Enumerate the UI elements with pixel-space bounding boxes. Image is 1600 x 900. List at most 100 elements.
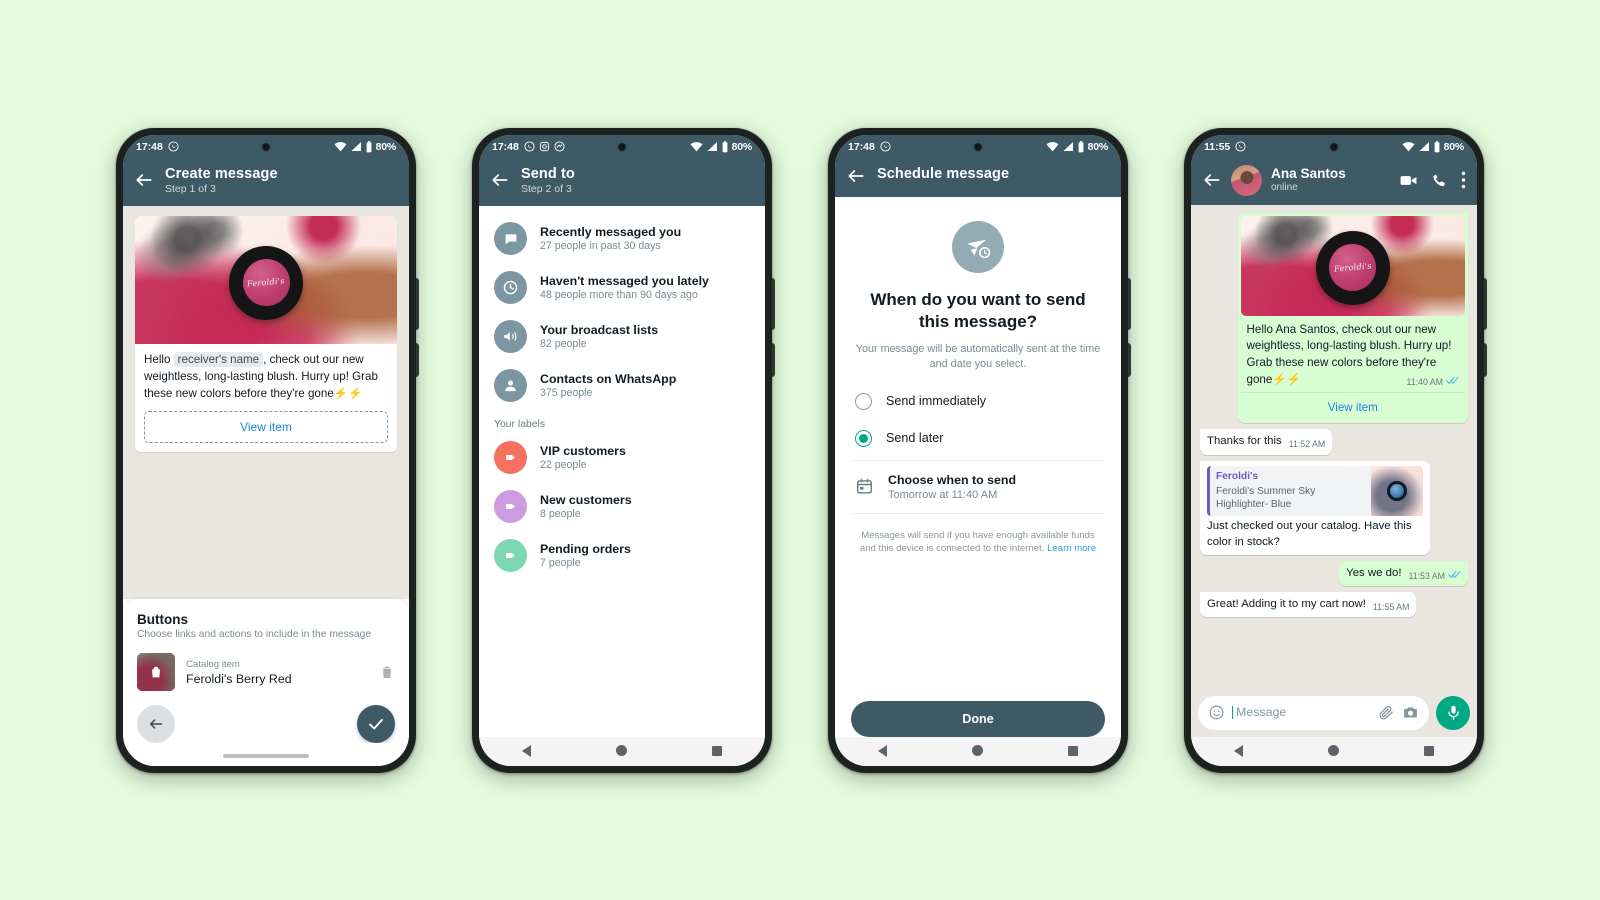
mic-button[interactable] — [1436, 695, 1470, 730]
nav-recents-icon[interactable] — [712, 745, 723, 756]
battery-percent: 80% — [1087, 140, 1109, 153]
list-item-title: Recently messaged you — [540, 225, 682, 240]
page-title: Schedule message — [877, 165, 1010, 182]
nav-back-icon[interactable] — [521, 744, 531, 757]
message-text: Hello Ana Santos, check out our new weig… — [1241, 316, 1465, 393]
list-item-recently-messaged[interactable]: Recently messaged you 27 people in past … — [479, 214, 765, 263]
cellular-signal-icon — [351, 142, 361, 151]
app-bar-send-to: Send to Step 2 of 3 — [479, 158, 765, 207]
list-item-subtitle: 82 people — [540, 338, 587, 351]
read-receipt-icon — [1448, 570, 1461, 578]
message-bubble-product-card[interactable]: Feroldi's Hello Ana Santos, check out ou… — [1237, 212, 1468, 424]
back-button[interactable] — [137, 705, 175, 743]
person-icon — [494, 369, 527, 403]
nav-recents-icon[interactable] — [1068, 745, 1079, 756]
nav-back-icon[interactable] — [1233, 744, 1243, 757]
page-title: Create message — [165, 165, 278, 182]
camera-punch-hole — [1329, 142, 1339, 151]
paperclip-icon[interactable] — [1378, 704, 1395, 721]
list-item-label-vip[interactable]: VIP customers 22 people — [479, 433, 765, 482]
status-time: 17:48 — [492, 140, 519, 153]
option-send-immediately[interactable]: Send immediately — [835, 383, 1121, 420]
quoted-thumbnail — [1371, 465, 1424, 516]
quoted-product-card[interactable]: Feroldi's Feroldi's Summer Sky Highlight… — [1207, 465, 1424, 516]
message-bubble-quoted[interactable]: Feroldi's Feroldi's Summer Sky Highlight… — [1200, 460, 1431, 555]
whatsapp-icon — [1235, 141, 1246, 152]
message-text-before: Hello — [144, 353, 171, 367]
battery-icon — [722, 140, 727, 152]
back-arrow-icon[interactable] — [1202, 170, 1222, 190]
buttons-sheet-title: Buttons — [137, 612, 188, 627]
battery-percent: 80% — [1443, 140, 1465, 153]
nav-back-icon[interactable] — [877, 744, 887, 757]
whatsapp-icon — [168, 141, 179, 152]
message-bubble-incoming[interactable]: Thanks for this 11:52 AM — [1200, 429, 1333, 455]
timestamp: 11:40 AM — [1406, 376, 1443, 387]
list-item-label-pending[interactable]: Pending orders 7 people — [479, 531, 765, 580]
voice-call-icon[interactable] — [1431, 172, 1448, 189]
list-item-subtitle: 7 people — [540, 557, 581, 570]
person-glyph — [505, 380, 516, 392]
choose-when-to-send-row[interactable]: Choose when to send Tomorrow at 11:40 AM — [835, 464, 1121, 510]
status-indicators: 80% — [690, 140, 753, 153]
status-bar: 17:48 80% — [479, 134, 765, 159]
message-bubble-outgoing[interactable]: Yes we do! 11:53 AM — [1339, 560, 1468, 586]
overflow-menu-icon[interactable] — [1461, 171, 1466, 189]
tag-glyph — [506, 504, 515, 510]
list-item-havent-messaged[interactable]: Haven't messaged you lately 48 people mo… — [479, 263, 765, 312]
nav-home-icon[interactable] — [971, 745, 983, 756]
product-brand-mark: Feroldi's — [246, 276, 286, 289]
video-call-icon[interactable] — [1399, 171, 1418, 190]
chat-bubble-glyph — [505, 234, 516, 245]
confirm-button[interactable] — [357, 705, 395, 743]
back-arrow-icon[interactable] — [490, 170, 510, 190]
option-send-later[interactable]: Send later — [835, 420, 1121, 457]
tag-glyph — [506, 455, 515, 461]
whatsapp-icon — [880, 141, 891, 152]
buttons-sheet-subtitle: Choose links and actions to include in t… — [137, 629, 372, 640]
back-arrow-icon[interactable] — [134, 170, 154, 190]
wifi-icon — [1046, 142, 1059, 152]
battery-percent: 80% — [731, 140, 753, 153]
view-item-button-placeholder[interactable]: View item — [144, 411, 388, 444]
catalog-item-row[interactable]: Catalog item Feroldi's Berry Red — [137, 653, 395, 691]
message-meta: 11:52 AM — [1289, 438, 1326, 450]
status-notification-icons — [168, 141, 179, 152]
megaphone-icon — [494, 320, 527, 354]
list-item-broadcast-lists[interactable]: Your broadcast lists 82 people — [479, 312, 765, 361]
trash-icon[interactable] — [379, 664, 395, 680]
camera-icon[interactable] — [1402, 704, 1419, 721]
cellular-signal-icon — [1419, 142, 1429, 151]
avatar[interactable] — [1231, 164, 1262, 196]
product-image: Feroldi's — [135, 216, 397, 345]
camera-punch-hole — [973, 142, 983, 151]
done-button[interactable]: Done — [851, 700, 1105, 737]
phone-chat: 11:55 80% Ana Santos online Feroldi's He… — [1184, 127, 1487, 773]
page-title: Send to — [521, 165, 575, 182]
list-item-title: VIP customers — [540, 444, 626, 459]
message-body: Just checked out your catalog. Have this… — [1207, 519, 1412, 548]
nav-recents-icon[interactable] — [1424, 745, 1435, 756]
list-item-title: Contacts on WhatsApp — [540, 372, 677, 387]
back-arrow-icon[interactable] — [846, 166, 866, 186]
read-receipt-icon — [1446, 376, 1459, 384]
emoji-icon[interactable] — [1208, 704, 1225, 721]
divider — [851, 459, 1105, 461]
message-emoji: ⚡⚡ — [333, 386, 363, 400]
message-preview-card[interactable]: Feroldi's Hello receiver's name, check o… — [135, 216, 397, 453]
message-bubble-incoming[interactable]: Great! Adding it to my cart now! 11:55 A… — [1200, 591, 1417, 618]
battery-icon — [366, 140, 371, 152]
contact-presence: online — [1271, 182, 1298, 194]
nav-home-icon[interactable] — [615, 745, 627, 756]
message-input[interactable]: Message — [1232, 706, 1371, 719]
learn-more-link[interactable]: Learn more — [1047, 543, 1096, 554]
message-input-pill[interactable]: Message — [1198, 695, 1429, 730]
list-item-contacts-on-whatsapp[interactable]: Contacts on WhatsApp 375 people — [479, 361, 765, 410]
message-meta: 11:53 AM — [1408, 570, 1461, 582]
wifi-icon — [690, 142, 703, 152]
list-item-label-new[interactable]: New customers 8 people — [479, 482, 765, 531]
view-item-button[interactable]: View item — [1240, 392, 1465, 419]
nav-home-icon[interactable] — [1327, 745, 1339, 756]
placeholder-chip[interactable]: receiver's name — [173, 352, 264, 368]
megaphone-glyph — [504, 332, 517, 341]
